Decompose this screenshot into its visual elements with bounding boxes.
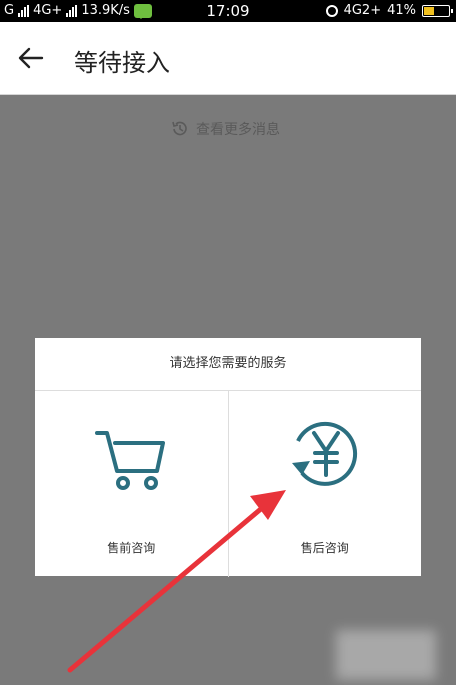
app-header: 等待接入 bbox=[0, 22, 456, 95]
service-dialog: 请选择您需要的服务 售前咨询 售后咨询 bbox=[35, 338, 421, 577]
back-arrow-icon[interactable] bbox=[18, 46, 44, 70]
service-options: 售前咨询 售后咨询 bbox=[35, 391, 421, 577]
history-icon bbox=[172, 121, 187, 136]
more-messages-label: 查看更多消息 bbox=[196, 122, 280, 138]
watermark-blur bbox=[336, 630, 436, 680]
aftersale-label: 售后咨询 bbox=[300, 541, 349, 555]
more-messages-link[interactable]: 查看更多消息 bbox=[170, 119, 280, 139]
presale-label: 售前咨询 bbox=[107, 541, 156, 555]
chat-content: 查看更多消息 请选择您需要的服务 售前咨询 售后咨询 bbox=[0, 95, 456, 685]
page-title: 等待接入 bbox=[74, 49, 170, 77]
network-right-label: 4G2+ bbox=[343, 3, 382, 18]
alarm-icon bbox=[325, 4, 338, 17]
shopping-cart-icon bbox=[95, 431, 166, 490]
aftersale-option[interactable]: 售后咨询 bbox=[227, 391, 422, 577]
refund-yen-icon bbox=[291, 421, 357, 486]
battery-label: 41% bbox=[387, 3, 416, 18]
dialog-title: 请选择您需要的服务 bbox=[35, 338, 421, 391]
status-right: 4G2+ 41% bbox=[325, 3, 453, 18]
status-bar: G 4G+ 13.9K/s 17:09 4G2+ 41% bbox=[0, 0, 456, 22]
battery-icon bbox=[422, 4, 453, 17]
presale-option[interactable]: 售前咨询 bbox=[35, 391, 228, 577]
